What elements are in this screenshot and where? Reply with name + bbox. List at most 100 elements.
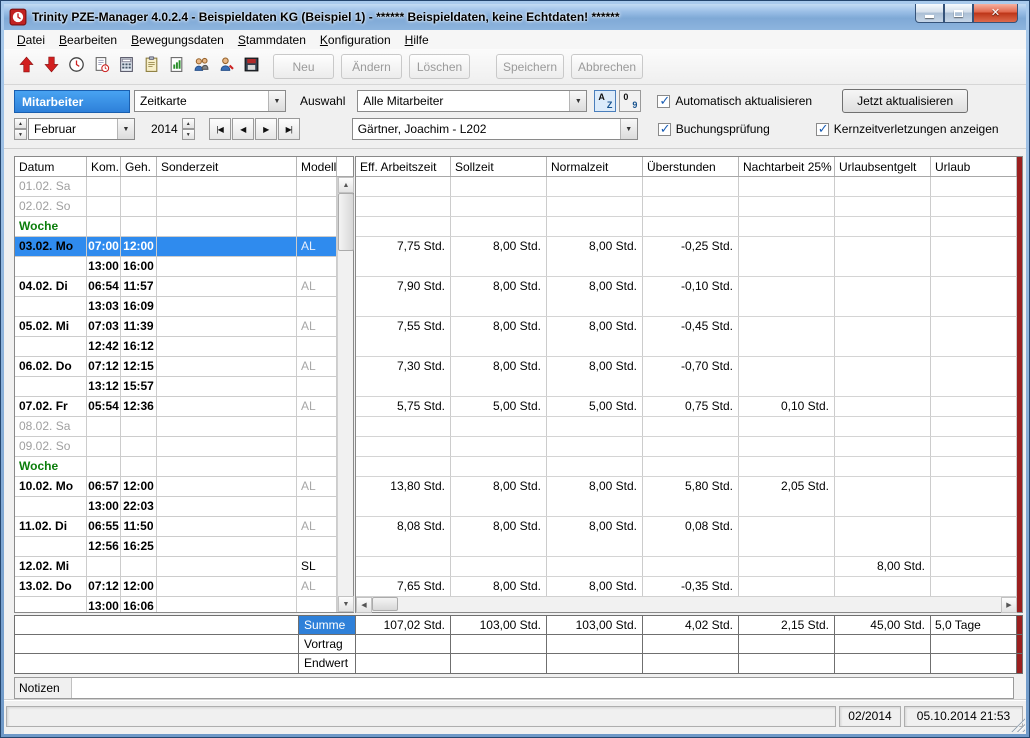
table-row[interactable]: 08.02. Sa — [15, 417, 337, 437]
table-row[interactable]: 04.02. Di06:5411:57AL — [15, 277, 337, 297]
table-row[interactable]: 12:5616:25 — [15, 537, 337, 557]
report-button[interactable] — [164, 55, 188, 79]
chevron-down-icon[interactable]: ▼ — [268, 91, 285, 111]
table-row[interactable]: 11.02. Di06:5511:50AL — [15, 517, 337, 537]
ndern-button[interactable]: Ändern — [341, 54, 402, 79]
nav-prev-button[interactable]: ◀ — [232, 118, 254, 140]
table-row[interactable]: 05.02. Mi07:0311:39AL — [15, 317, 337, 337]
table-row[interactable]: 06.02. Do07:1212:15AL — [15, 357, 337, 377]
employee-admin-button[interactable] — [214, 55, 238, 79]
scrollbar-track[interactable] — [398, 597, 1001, 612]
table-row[interactable]: 13:0022:03 — [15, 497, 337, 517]
table-row[interactable]: 12:4216:12 — [15, 337, 337, 357]
abbrechen-button[interactable]: Abbrechen — [571, 54, 643, 79]
entity-header[interactable]: Mitarbeiter — [14, 90, 130, 113]
table-row[interactable]: 01.02. Sa — [15, 177, 337, 197]
clock-button[interactable] — [64, 55, 88, 79]
table-row[interactable]: 13.02. Do07:1212:00AL — [15, 577, 337, 597]
table-row[interactable]: 07.02. Fr05:5412:36AL — [15, 397, 337, 417]
table-row[interactable]: 13:0016:06 — [15, 597, 337, 612]
table-row-group[interactable] — [356, 437, 1017, 457]
table-row-group[interactable]: 8,08 Std.8,00 Std.8,00 Std.0,08 Std. — [356, 517, 1017, 557]
calculator-button[interactable] — [114, 55, 138, 79]
table-row-group[interactable]: 7,65 Std.8,00 Std.8,00 Std.-0,35 Std. — [356, 577, 1017, 598]
selection-select[interactable]: Alle Mitarbeiter ▼ — [357, 90, 587, 112]
nav-next-button[interactable]: ▶ — [255, 118, 277, 140]
menu-item-konfiguration[interactable]: Konfiguration — [313, 31, 398, 49]
sort-numeric-button[interactable]: 09 — [619, 90, 641, 112]
neu-button[interactable]: Neu — [273, 54, 334, 79]
employee-select[interactable]: Gärtner, Joachim - L202 ▼ — [352, 118, 638, 140]
scrollbar-thumb[interactable] — [372, 597, 398, 611]
table-row[interactable]: 02.02. So — [15, 197, 337, 217]
speichern-button[interactable]: Speichern — [496, 54, 564, 79]
table-row-group[interactable] — [356, 197, 1017, 217]
spin-down-icon[interactable]: ▼ — [182, 129, 195, 140]
table-row[interactable]: Woche — [15, 457, 337, 477]
table-row-group[interactable]: 5,75 Std.5,00 Std.5,00 Std.0,75 Std.0,10… — [356, 397, 1017, 417]
view-select[interactable]: Zeitkarte ▼ — [134, 90, 286, 112]
timecard-button[interactable] — [89, 55, 113, 79]
table-row-group[interactable] — [356, 217, 1017, 237]
menu-item-bearbeiten[interactable]: Bearbeiten — [52, 31, 124, 49]
move-down-button[interactable] — [39, 55, 63, 79]
table-row[interactable]: 13:0016:00 — [15, 257, 337, 277]
summary-sollzeit: 103,00 Std. — [451, 616, 547, 634]
nav-last-button[interactable]: ▶| — [278, 118, 300, 140]
menu-item-datei[interactable]: Datei — [10, 31, 52, 49]
menu-item-bewegungsdaten[interactable]: Bewegungsdaten — [124, 31, 231, 49]
booking-check-checkbox[interactable]: Buchungsprüfung — [658, 122, 770, 136]
scroll-down-icon[interactable]: ▼ — [338, 596, 354, 612]
menu-item-hilfe[interactable]: Hilfe — [398, 31, 436, 49]
table-row-group[interactable]: 7,90 Std.8,00 Std.8,00 Std.-0,10 Std. — [356, 277, 1017, 317]
table-row-group[interactable]: 7,75 Std.8,00 Std.8,00 Std.-0,25 Std. — [356, 237, 1017, 277]
clipboard-button[interactable] — [139, 55, 163, 79]
right-grid-horizontal-scrollbar[interactable]: ◀ ▶ — [356, 596, 1017, 612]
table-row-group[interactable]: 7,30 Std.8,00 Std.8,00 Std.-0,70 Std. — [356, 357, 1017, 397]
table-row[interactable]: 13:0316:09 — [15, 297, 337, 317]
chevron-down-icon[interactable]: ▼ — [569, 91, 586, 111]
table-row[interactable]: 03.02. Mo07:0012:00AL — [15, 237, 337, 257]
cell-datum — [15, 377, 87, 396]
chevron-down-icon[interactable]: ▼ — [620, 119, 637, 139]
scroll-up-icon[interactable]: ▲ — [338, 177, 354, 193]
table-row-group[interactable] — [356, 457, 1017, 477]
table-row[interactable]: 13:1215:57 — [15, 377, 337, 397]
chevron-down-icon[interactable]: ▼ — [117, 119, 134, 139]
table-row-group[interactable] — [356, 417, 1017, 437]
nav-first-button[interactable]: |◀ — [209, 118, 231, 140]
employees-button[interactable] — [189, 55, 213, 79]
left-grid-vertical-scrollbar[interactable]: ▲ ▼ — [337, 177, 353, 612]
refresh-now-button[interactable]: Jetzt aktualisieren — [842, 89, 968, 113]
menu-item-stammdaten[interactable]: Stammdaten — [231, 31, 313, 49]
auto-refresh-checkbox[interactable]: Automatisch aktualisieren — [657, 94, 812, 108]
l-schen-button[interactable]: Löschen — [409, 54, 470, 79]
sort-alpha-button[interactable]: AZ — [594, 90, 616, 112]
spin-up-icon[interactable]: ▲ — [182, 118, 195, 129]
close-button[interactable]: ✕ — [973, 4, 1018, 23]
table-row[interactable]: 12.02. MiSL — [15, 557, 337, 577]
spin-down-icon[interactable]: ▼ — [14, 129, 27, 140]
table-row[interactable]: Woche — [15, 217, 337, 237]
scrollbar-thumb[interactable] — [338, 193, 354, 251]
summary-label-endwert[interactable]: Endwert — [299, 654, 356, 673]
scroll-right-icon[interactable]: ▶ — [1001, 597, 1017, 613]
minimize-button[interactable] — [915, 4, 944, 23]
summary-label-summe[interactable]: Summe — [299, 616, 356, 634]
table-row[interactable]: 10.02. Mo06:5712:00AL — [15, 477, 337, 497]
spin-up-icon[interactable]: ▲ — [14, 118, 27, 129]
notes-input[interactable] — [71, 678, 1013, 698]
month-select[interactable]: Februar ▼ — [28, 118, 135, 140]
calculator-icon — [118, 56, 135, 78]
table-row-group[interactable]: 8,00 Std. — [356, 557, 1017, 577]
table-row[interactable]: 09.02. So — [15, 437, 337, 457]
table-row-group[interactable]: 7,55 Std.8,00 Std.8,00 Std.-0,45 Std. — [356, 317, 1017, 357]
core-violations-checkbox[interactable]: Kernzeitverletzungen anzeigen — [816, 122, 999, 136]
table-row-group[interactable] — [356, 177, 1017, 197]
scroll-left-icon[interactable]: ◀ — [356, 597, 372, 613]
move-up-button[interactable] — [14, 55, 38, 79]
table-row-group[interactable]: 13,80 Std.8,00 Std.8,00 Std.5,80 Std.2,0… — [356, 477, 1017, 517]
summary-label-vortrag[interactable]: Vortrag — [299, 635, 356, 653]
maximize-button[interactable] — [944, 4, 973, 23]
save-database-button[interactable] — [239, 55, 263, 79]
